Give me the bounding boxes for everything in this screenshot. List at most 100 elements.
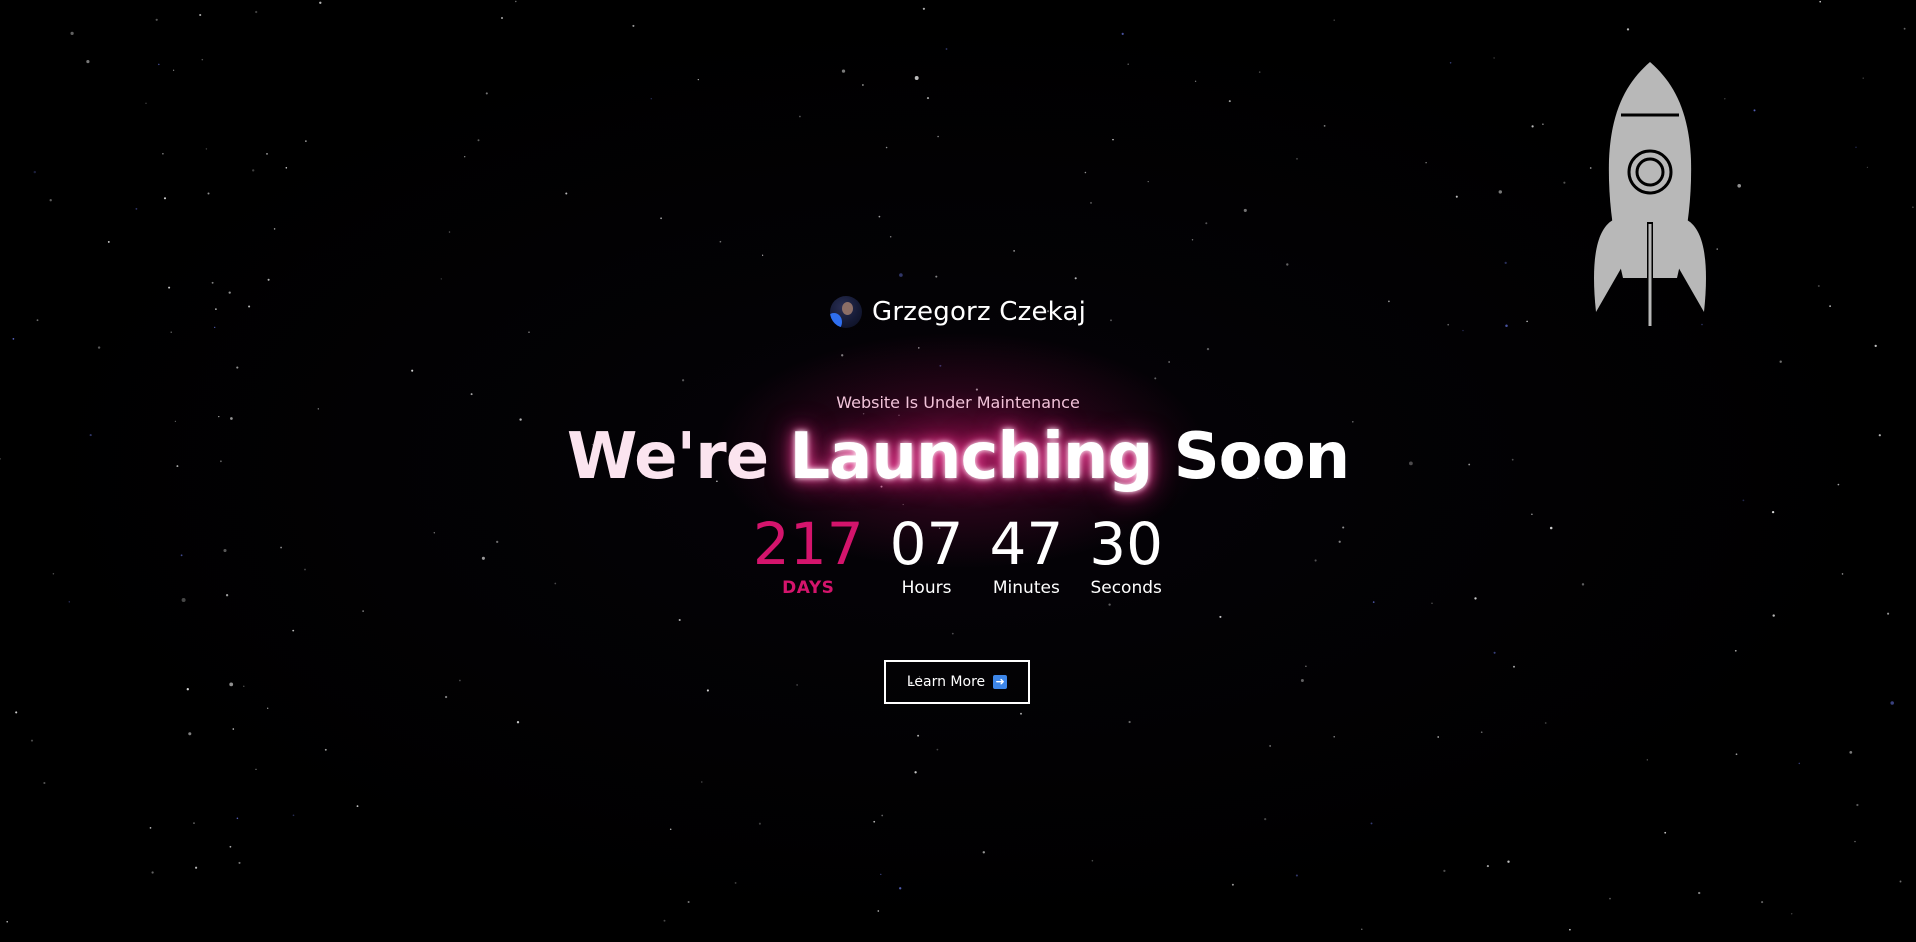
star (917, 734, 920, 737)
star (902, 503, 904, 506)
star (1493, 651, 1496, 654)
star (1074, 277, 1077, 280)
star (1219, 615, 1222, 618)
star (1191, 239, 1194, 241)
star (1425, 162, 1427, 164)
star (862, 413, 865, 415)
countdown-hours: 07 Hours (890, 512, 964, 598)
star (650, 97, 653, 100)
star (877, 910, 880, 912)
star (1734, 649, 1737, 652)
star (880, 873, 882, 876)
star (918, 347, 920, 349)
star (49, 199, 52, 202)
star (1507, 860, 1510, 863)
star (1698, 891, 1701, 895)
star (362, 610, 364, 612)
star (485, 92, 488, 95)
star (1121, 32, 1124, 35)
headline-part-2: Soon (1152, 420, 1351, 494)
star (841, 354, 844, 357)
star (945, 48, 948, 50)
learn-more-button[interactable]: Learn More ➜ (884, 660, 1030, 704)
star (135, 207, 138, 210)
star (1874, 344, 1877, 348)
star (1531, 125, 1534, 128)
star (238, 861, 241, 864)
star (1761, 901, 1764, 904)
star (1542, 123, 1544, 126)
star (678, 618, 681, 622)
star (1228, 100, 1231, 103)
star (1296, 157, 1298, 160)
star (267, 707, 269, 709)
star (1370, 822, 1373, 825)
star (939, 364, 942, 367)
star (1361, 928, 1363, 930)
star (1856, 803, 1859, 807)
star (889, 235, 892, 238)
avatar (829, 296, 862, 328)
brand[interactable]: Grzegorz Czekaj (0, 296, 1916, 328)
star (229, 845, 232, 848)
star (155, 18, 158, 21)
star (1480, 731, 1483, 734)
star (188, 732, 192, 736)
star (411, 369, 414, 372)
star (1243, 208, 1247, 212)
star (292, 814, 295, 817)
star (1486, 865, 1489, 868)
minutes-label: Minutes (992, 578, 1060, 598)
hours-value: 07 (889, 510, 964, 578)
star (324, 748, 327, 751)
star (1231, 883, 1234, 886)
star (926, 97, 930, 100)
star (201, 58, 204, 61)
star (232, 728, 235, 730)
star (229, 682, 234, 687)
star (1563, 181, 1566, 184)
star (899, 273, 903, 277)
star (841, 69, 846, 73)
star (236, 817, 239, 820)
star (1912, 206, 1914, 209)
star (1437, 736, 1440, 738)
star (1020, 712, 1022, 715)
star (477, 139, 480, 142)
star (285, 167, 288, 169)
star (878, 215, 881, 218)
star (319, 1, 322, 4)
star (205, 148, 208, 150)
page-title: We're Launching Soon (0, 420, 1916, 494)
star (1127, 63, 1129, 65)
star (243, 685, 245, 687)
star (1742, 499, 1745, 502)
star (168, 286, 171, 289)
star (1646, 759, 1648, 761)
star (1258, 71, 1261, 73)
star (1862, 77, 1864, 79)
days-label: DAYS (782, 578, 835, 598)
star (516, 721, 520, 724)
star (1168, 361, 1170, 363)
star (1737, 183, 1742, 188)
star (1013, 250, 1015, 252)
star (255, 10, 258, 14)
star (1084, 171, 1087, 174)
star (1147, 180, 1149, 183)
star (1866, 166, 1869, 169)
star (1091, 859, 1094, 862)
star (982, 851, 986, 854)
star (444, 695, 448, 699)
star (211, 281, 214, 284)
arrow-right-icon: ➜ (993, 675, 1008, 689)
star (500, 16, 504, 20)
star (914, 76, 919, 80)
star (862, 84, 864, 86)
star (1664, 831, 1667, 834)
star (170, 331, 172, 333)
star (1899, 880, 1902, 883)
star (515, 0, 517, 3)
star (1194, 80, 1197, 82)
star (195, 866, 198, 869)
